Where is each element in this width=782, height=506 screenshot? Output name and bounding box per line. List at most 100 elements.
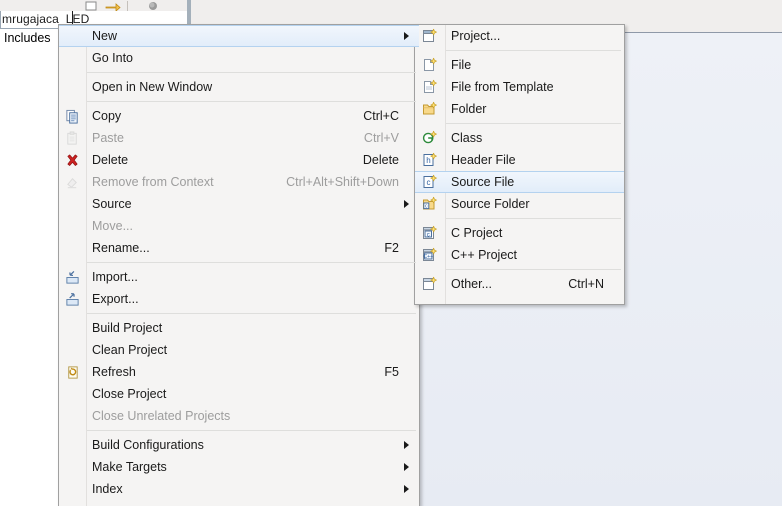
menu-item-label: New <box>92 29 118 43</box>
menu-item-icon-slot <box>59 317 86 339</box>
menu-item-shortcut: F2 <box>384 241 399 255</box>
toolbar-separator-icon <box>126 0 140 11</box>
delete-x-icon <box>59 149 86 171</box>
chevron-right-icon <box>403 463 409 471</box>
menu-item-source-folder[interactable]: c Source Folder <box>415 193 624 215</box>
menu-item-remove-from-context: Remove from Context Ctrl+Alt+Shift+Down <box>59 171 419 193</box>
submenu-arrow-icon <box>399 441 413 449</box>
new-folder-icon <box>415 98 445 120</box>
menu-item-cpp-project[interactable]: C++ C++ Project <box>415 244 624 266</box>
menu-item-icon-slot <box>59 193 86 215</box>
menu-item-source[interactable]: Source <box>59 193 419 215</box>
menu-item-delete[interactable]: Delete Delete <box>59 149 419 171</box>
remove-context-icon <box>59 171 86 193</box>
submenu-arrow-icon <box>399 200 413 208</box>
menu-item-icon-slot <box>59 383 86 405</box>
perspective-icon[interactable] <box>147 1 161 11</box>
import-icon <box>59 266 86 288</box>
new-submenu-list: Project... File File from Template Folder Cl… <box>415 25 624 295</box>
menu-separator <box>446 269 621 270</box>
menu-item-label: Header File <box>451 153 516 167</box>
menu-item-label: Refresh <box>92 365 136 379</box>
tree-item-includes[interactable]: Includes <box>4 31 51 45</box>
menu-item-label: Make Targets <box>92 460 167 474</box>
svg-text:C++: C++ <box>423 254 433 260</box>
menu-item-import[interactable]: Import... <box>59 266 419 288</box>
menu-item-label: Go Into <box>92 51 133 65</box>
menu-separator <box>446 50 621 51</box>
application-window: mrugajaca_LED Includes New Go Into Open in… <box>0 0 782 506</box>
menu-item-label: Build Project <box>92 321 163 335</box>
new-submenu[interactable]: Project... File File from Template Folder Cl… <box>414 24 625 305</box>
new-project-icon <box>415 25 445 47</box>
new-c-project-icon: c <box>415 222 445 244</box>
paste-icon <box>59 127 86 149</box>
menu-item-build-project[interactable]: Build Project <box>59 317 419 339</box>
menu-item-header-file[interactable]: h Header File <box>415 149 624 171</box>
new-header-file-icon: h <box>415 149 445 171</box>
new-source-file-icon: c <box>415 172 445 192</box>
menu-item-label: Rename... <box>92 241 150 255</box>
new-class-icon <box>415 127 445 149</box>
menu-separator <box>87 101 416 102</box>
menu-item-close-unrelated-projects: Close Unrelated Projects <box>59 405 419 427</box>
menu-item-refresh[interactable]: Refresh F5 <box>59 361 419 383</box>
menu-item-icon-slot <box>59 405 86 427</box>
menu-item-icon-slot <box>59 215 86 237</box>
menu-item-project[interactable]: Project... <box>415 25 624 47</box>
menu-item-label: Close Project <box>92 387 167 401</box>
menu-item-label: Source <box>92 197 132 211</box>
chevron-right-icon <box>403 32 409 40</box>
menu-item-index[interactable]: Index <box>59 478 419 500</box>
menu-item-file[interactable]: File <box>415 54 624 76</box>
toolbar-icon-group <box>84 0 161 11</box>
menu-item-label: Close Unrelated Projects <box>92 409 231 423</box>
menu-item-c-project[interactable]: c C Project <box>415 222 624 244</box>
menu-item-build-configurations[interactable]: Build Configurations <box>59 434 419 456</box>
menu-item-shortcut: Ctrl+Alt+Shift+Down <box>286 175 399 189</box>
menu-item-label: Import... <box>92 270 138 284</box>
run-arrow-icon[interactable] <box>105 1 121 11</box>
menu-item-label: Move... <box>92 219 133 233</box>
menu-item-go-into[interactable]: Go Into <box>59 47 419 69</box>
menu-item-file-from-template[interactable]: File from Template <box>415 76 624 98</box>
new-other-icon <box>415 273 445 295</box>
menu-item-shortcut: Ctrl+V <box>363 131 399 145</box>
menu-item-label: Other... <box>451 277 492 291</box>
menu-item-rename[interactable]: Rename... F2 <box>59 237 419 259</box>
menu-item-source-file[interactable]: c Source File <box>415 171 624 193</box>
menu-item-folder[interactable]: Folder <box>415 98 624 120</box>
menu-item-shortcut: Ctrl+N <box>568 277 604 291</box>
menu-item-icon-slot <box>59 456 86 478</box>
menu-item-label: Folder <box>451 102 487 116</box>
chevron-right-icon <box>403 200 409 208</box>
menu-item-label: C Project <box>451 226 503 240</box>
svg-text:c: c <box>427 178 431 187</box>
menu-item-new[interactable]: New <box>59 25 419 47</box>
menu-item-icon-slot <box>59 339 86 361</box>
chevron-right-icon <box>403 485 409 493</box>
menu-item-copy[interactable]: Copy Ctrl+C <box>59 105 419 127</box>
menu-item-icon-slot <box>59 478 86 500</box>
menu-item-label: Remove from Context <box>92 175 214 189</box>
menu-item-close-project[interactable]: Close Project <box>59 383 419 405</box>
menu-item-make-targets[interactable]: Make Targets <box>59 456 419 478</box>
menu-item-label: Project... <box>451 29 501 43</box>
menu-item-label: Class <box>451 131 483 145</box>
menu-item-icon-slot <box>59 76 86 98</box>
menu-item-class[interactable]: Class <box>415 127 624 149</box>
new-source-folder-icon: c <box>415 193 445 215</box>
new-window-icon[interactable] <box>84 1 98 11</box>
svg-text:h: h <box>426 156 430 165</box>
menu-item-open-in-new-window[interactable]: Open in New Window <box>59 76 419 98</box>
submenu-arrow-icon <box>399 32 413 40</box>
menu-item-label: Delete <box>92 153 129 167</box>
context-menu-list: New Go Into Open in New Window Copy Ctrl+C Pa… <box>59 25 419 500</box>
menu-separator <box>87 262 416 263</box>
menu-item-clean-project[interactable]: Clean Project <box>59 339 419 361</box>
menu-item-export[interactable]: Export... <box>59 288 419 310</box>
project-context-menu[interactable]: New Go Into Open in New Window Copy Ctrl+C Pa… <box>58 24 420 506</box>
menu-item-icon-slot <box>59 47 86 69</box>
menu-item-other[interactable]: Other... Ctrl+N <box>415 273 624 295</box>
menu-item-shortcut: Delete <box>362 153 399 167</box>
